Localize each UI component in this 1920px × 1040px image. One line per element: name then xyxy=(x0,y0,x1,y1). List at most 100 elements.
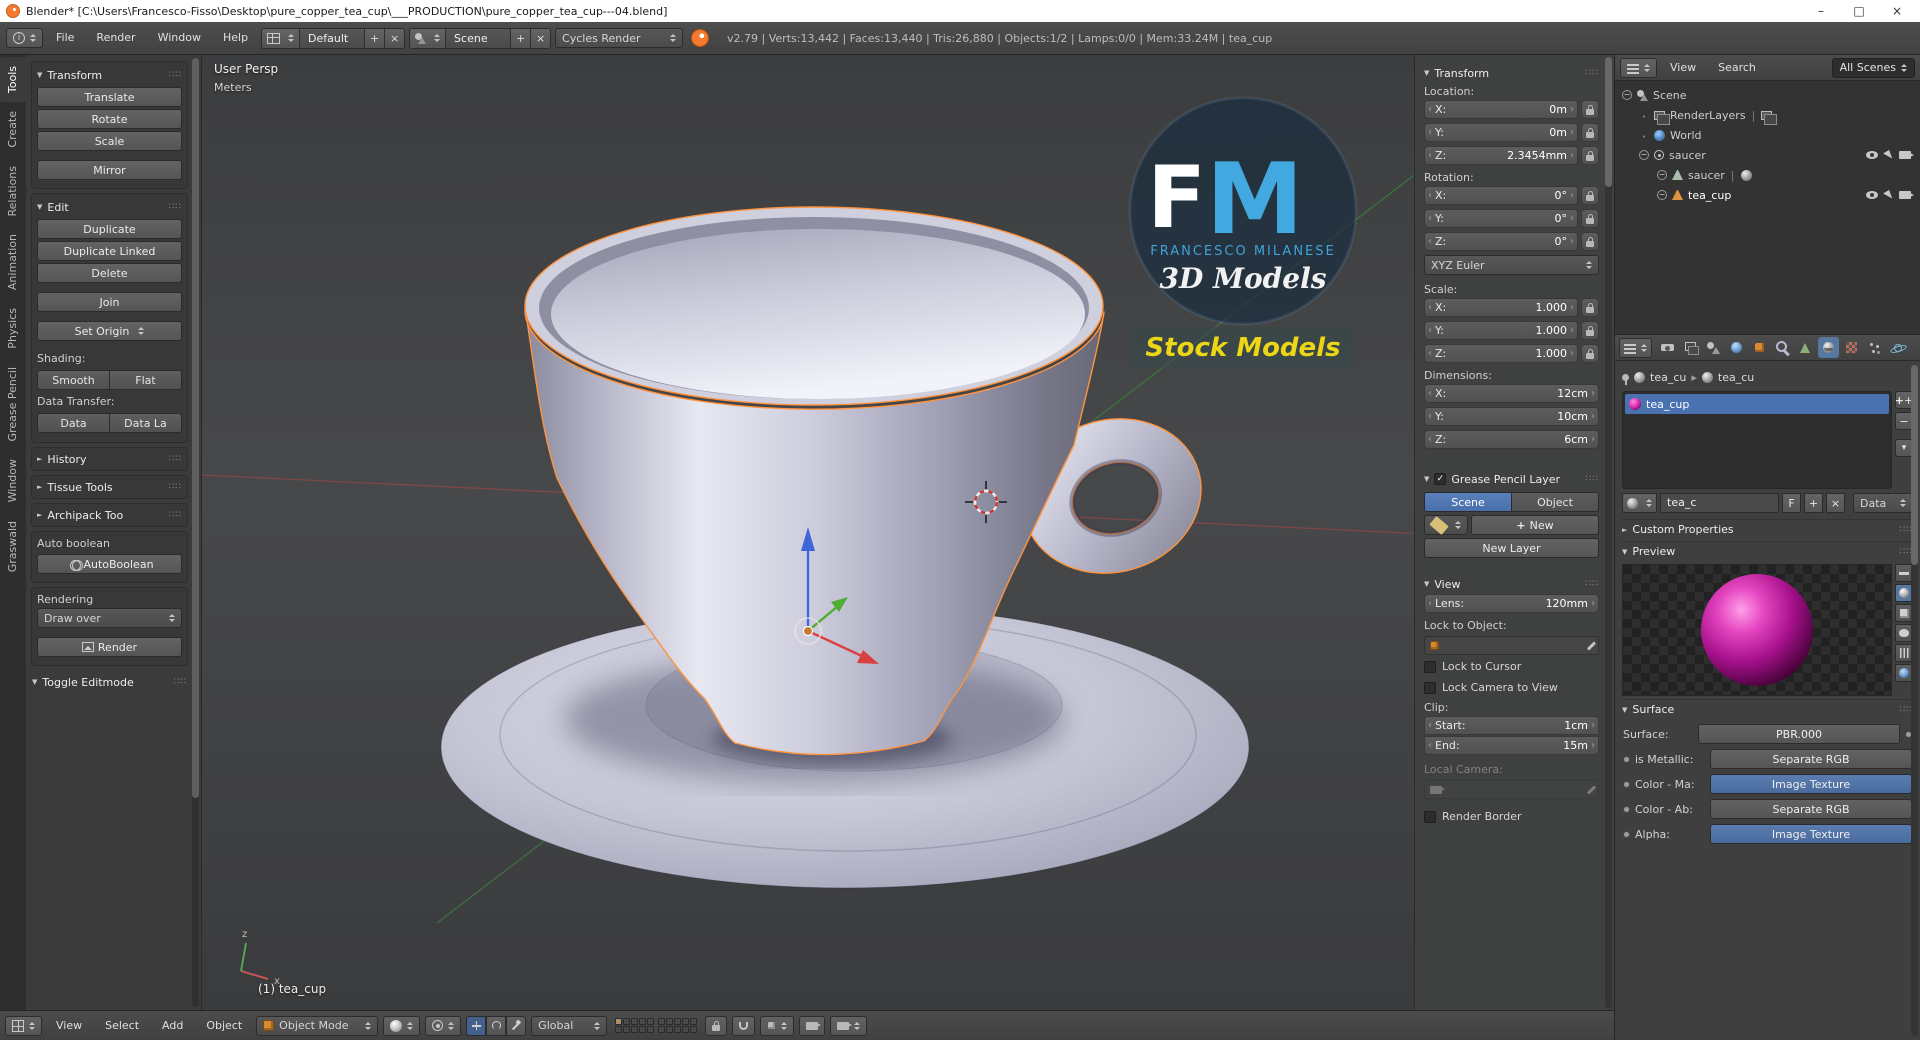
toolshelf-scrollbar[interactable] xyxy=(192,58,199,1007)
tab-data[interactable] xyxy=(1795,337,1816,358)
render-toggle-icon[interactable] xyxy=(1899,151,1914,159)
translate-button[interactable]: Translate xyxy=(37,87,182,107)
lock-scale-z-button[interactable] xyxy=(1581,344,1599,363)
lock-scale-y-button[interactable] xyxy=(1581,321,1599,340)
rotation-z-field[interactable]: Z:0° xyxy=(1424,232,1578,251)
metallic-input-button[interactable]: Separate RGB xyxy=(1710,749,1912,769)
outliner-display-dropdown[interactable]: All Scenes xyxy=(1831,57,1915,78)
manipulator-scale-button[interactable] xyxy=(506,1015,527,1036)
render-engine-dropdown[interactable]: Cycles Render xyxy=(555,28,684,48)
lock-to-cursor-checkbox[interactable]: Lock to Cursor xyxy=(1424,657,1599,676)
location-z-field[interactable]: Z:2.3454mm xyxy=(1424,146,1578,165)
browse-material-button[interactable] xyxy=(1622,493,1657,513)
npanel-transform-header[interactable]: Transform xyxy=(1424,63,1599,83)
tab-render[interactable] xyxy=(1657,337,1678,358)
help-menu[interactable]: Help xyxy=(214,27,257,49)
material-slot-list[interactable]: tea_cup xyxy=(1622,391,1892,489)
expander-icon[interactable] xyxy=(1657,170,1667,180)
close-button[interactable]: × xyxy=(1878,0,1916,22)
local-camera-field[interactable] xyxy=(1424,780,1599,799)
tab-tools[interactable]: Tools xyxy=(0,57,26,103)
tab-render-layers[interactable] xyxy=(1680,337,1701,358)
scale-z-field[interactable]: Z:1.000 xyxy=(1424,344,1578,363)
object-menu[interactable]: Object xyxy=(197,1015,251,1037)
lock-scale-x-button[interactable] xyxy=(1581,298,1599,317)
scale-button[interactable]: Scale xyxy=(37,131,182,151)
data-button[interactable]: Data xyxy=(37,413,110,433)
scale-y-field[interactable]: Y:1.000 xyxy=(1424,321,1578,340)
tab-material[interactable] xyxy=(1818,337,1839,358)
pivot-dropdown[interactable] xyxy=(425,1015,462,1036)
alpha-input-button[interactable]: Image Texture xyxy=(1710,824,1912,844)
scene-selector[interactable]: Scene xyxy=(409,27,552,49)
view-panel-header[interactable]: View xyxy=(1424,574,1599,594)
add-layout-button[interactable] xyxy=(364,28,385,48)
grease-pencil-checkbox[interactable] xyxy=(1434,473,1447,485)
duplicate-button[interactable]: Duplicate xyxy=(37,219,182,239)
link-mode-dropdown[interactable]: Data xyxy=(1853,493,1913,513)
lock-location-x-button[interactable] xyxy=(1581,100,1599,119)
properties-scrollbar[interactable] xyxy=(1911,365,1918,1036)
fake-user-button[interactable]: F xyxy=(1782,493,1801,513)
tab-grease-pencil[interactable]: Grease Pencil xyxy=(0,358,26,450)
color-ma-input-button[interactable]: Image Texture xyxy=(1710,774,1912,794)
tab-relations[interactable]: Relations xyxy=(0,157,26,226)
lock-rotation-z-button[interactable] xyxy=(1581,232,1599,251)
lock-camera-checkbox[interactable]: Lock Camera to View xyxy=(1424,678,1599,697)
editor-type-info-button[interactable] xyxy=(6,28,43,48)
tab-animation[interactable]: Animation xyxy=(0,225,26,299)
add-menu[interactable]: Add xyxy=(153,1015,192,1037)
manipulator-rotate-button[interactable] xyxy=(486,1015,507,1036)
outliner-row-tea-cup[interactable]: tea_cup xyxy=(1619,185,1916,205)
npanel-scrollbar[interactable] xyxy=(1605,57,1612,1008)
outliner-row-saucer-mesh[interactable]: saucer xyxy=(1619,165,1916,185)
grease-pencil-panel-header[interactable]: Grease Pencil Layer xyxy=(1424,469,1599,489)
lock-rotation-x-button[interactable] xyxy=(1581,186,1599,205)
outliner-row-world[interactable]: World xyxy=(1619,125,1916,145)
gp-scene-toggle[interactable]: Scene xyxy=(1424,492,1512,512)
gp-new-layer-button[interactable]: New Layer xyxy=(1424,538,1599,558)
layers-widget[interactable] xyxy=(615,1018,698,1033)
clip-start-field[interactable]: Start:1cm xyxy=(1424,716,1599,735)
preview-panel-header[interactable]: Preview xyxy=(1622,541,1913,561)
viewport-shading-dropdown[interactable] xyxy=(383,1015,421,1036)
viewport-3d[interactable]: x z F M FRANCESCO MILANESE 3D Models Sto… xyxy=(202,55,1614,1010)
hide-toggle-icon[interactable] xyxy=(1866,191,1878,199)
archipack-panel-header[interactable]: Archipack Too xyxy=(37,505,182,525)
tab-object[interactable] xyxy=(1749,337,1770,358)
gp-object-toggle[interactable]: Object xyxy=(1512,492,1599,512)
editor-type-3dview-button[interactable] xyxy=(5,1015,42,1036)
location-y-field[interactable]: Y:0m xyxy=(1424,123,1578,142)
delete-button[interactable]: Delete xyxy=(37,263,182,283)
editor-type-outliner-button[interactable] xyxy=(1620,57,1657,78)
render-menu[interactable]: Render xyxy=(87,27,144,49)
window-menu[interactable]: Window xyxy=(149,27,210,49)
render-border-checkbox[interactable]: Render Border xyxy=(1424,807,1599,826)
opengl-render-button[interactable] xyxy=(799,1015,826,1036)
outliner-view-menu[interactable]: View xyxy=(1661,57,1705,79)
tab-graswald[interactable]: Graswald xyxy=(0,512,26,581)
gp-new-button[interactable]: New xyxy=(1471,515,1599,535)
outliner-search-menu[interactable]: Search xyxy=(1709,57,1765,79)
edit-panel-header[interactable]: Edit xyxy=(37,197,182,217)
selectable-toggle-icon[interactable] xyxy=(1883,149,1894,161)
location-x-field[interactable]: X:0m xyxy=(1424,100,1578,119)
new-material-button[interactable] xyxy=(1804,493,1823,513)
dimension-z-field[interactable]: Z:6cm xyxy=(1424,430,1599,449)
outliner-row-renderlayers[interactable]: RenderLayers xyxy=(1619,105,1916,125)
material-slot-row[interactable]: tea_cup xyxy=(1625,394,1889,414)
add-scene-button[interactable] xyxy=(510,28,531,48)
draw-over-dropdown[interactable]: Draw over xyxy=(37,608,182,628)
expander-icon[interactable] xyxy=(1639,150,1649,160)
data-layout-button[interactable]: Data La xyxy=(110,413,182,433)
toggle-editmode-header[interactable]: Toggle Editmode xyxy=(32,672,187,692)
orientation-dropdown[interactable]: Global xyxy=(531,1015,608,1036)
expander-icon[interactable] xyxy=(1657,190,1667,200)
tab-particles[interactable] xyxy=(1864,337,1885,358)
tissue-tools-panel-header[interactable]: Tissue Tools xyxy=(37,477,182,497)
lock-object-field[interactable] xyxy=(1424,636,1599,655)
rotate-button[interactable]: Rotate xyxy=(37,109,182,129)
tab-modifiers[interactable] xyxy=(1772,337,1793,358)
flat-button[interactable]: Flat xyxy=(110,370,182,390)
render-toggle-icon[interactable] xyxy=(1899,191,1914,199)
